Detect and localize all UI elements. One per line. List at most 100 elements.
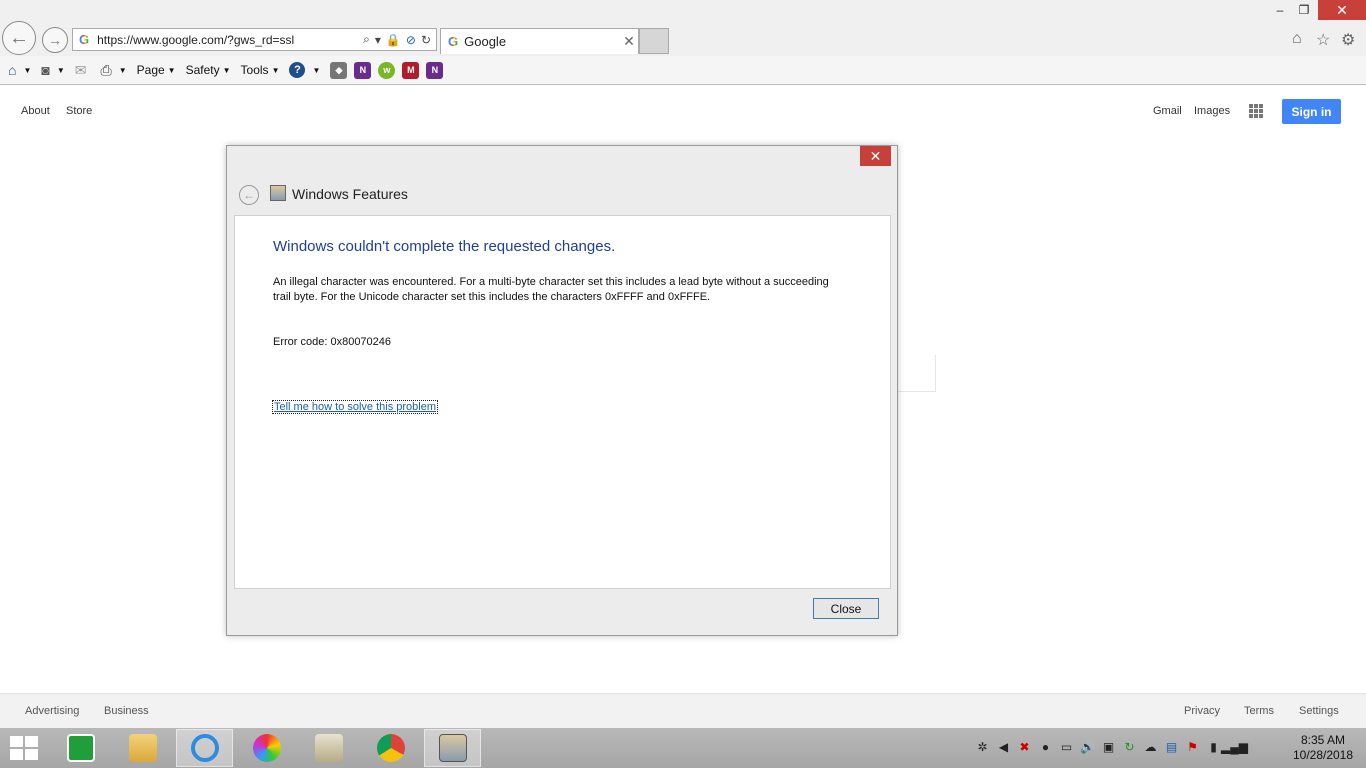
cloud-icon[interactable]: ☁ — [1143, 739, 1158, 755]
chrome-icon — [376, 734, 405, 762]
tray-update-icon[interactable]: ● — [1038, 739, 1053, 755]
clock-date: 10/28/2018 — [1292, 748, 1354, 762]
search-box-edge — [897, 355, 936, 392]
mcafee-shield-icon[interactable]: ✖ — [1017, 739, 1032, 755]
store-link[interactable]: Store — [66, 105, 92, 117]
volume-icon[interactable]: ◀ — [996, 739, 1011, 755]
chevron-down-icon: ▼ — [271, 65, 280, 75]
mail-button[interactable]: ✉ — [75, 62, 91, 79]
settings-link[interactable]: Settings — [1299, 705, 1339, 717]
windows-features-dialog: ✕ ← Windows Features Windows couldn't co… — [226, 145, 898, 636]
new-tab-button[interactable] — [639, 28, 669, 54]
chevron-down-icon: ▼ — [23, 65, 32, 75]
internet-explorer-icon — [190, 734, 219, 762]
forward-button[interactable]: → — [42, 27, 68, 53]
windows-start-icon[interactable] — [10, 736, 38, 760]
dialog-back-button[interactable]: ← — [239, 185, 259, 205]
taskbar: ✲ ◀ ✖ ● ▭ 🔊 ▣ ↻ ☁ ▤ ⚑ ▮ ▂▄▆ 8:35 AM 10/2… — [0, 728, 1366, 768]
lock-icon[interactable]: 🔒 — [386, 33, 401, 47]
home-icon[interactable]: ⌂ — [1292, 30, 1302, 48]
folder-icon — [128, 734, 157, 762]
taskbar-color-app[interactable] — [238, 729, 295, 767]
chevron-down-icon: ▼ — [312, 65, 321, 75]
scroll-icon — [314, 734, 343, 762]
taskbar-scroll-app[interactable] — [300, 729, 357, 767]
mail-icon: ✉ — [74, 61, 87, 78]
tab-close-icon[interactable]: ✕ — [620, 33, 638, 50]
tools-menu[interactable]: Tools ▼ — [241, 63, 280, 77]
taskbar-chrome[interactable] — [362, 729, 419, 767]
taskbar-windows-features[interactable] — [424, 729, 481, 767]
display-icon[interactable]: ▣ — [1101, 739, 1116, 755]
mcafee-shield-icon[interactable]: M — [402, 61, 420, 79]
advertising-link[interactable]: Advertising — [25, 705, 79, 717]
dropdown-caret-icon[interactable]: ▾ — [375, 33, 381, 47]
action-center-flag-icon[interactable]: ⚑ — [1185, 739, 1200, 755]
privacy-link[interactable]: Privacy — [1184, 705, 1220, 717]
arrow-left-icon: ← — [9, 26, 29, 49]
tray-app-icon[interactable]: ✲ — [975, 739, 990, 755]
about-link[interactable]: About — [21, 105, 50, 117]
print-menu[interactable]: ⎙ ▼ — [101, 62, 127, 79]
speaker-icon[interactable]: 🔊 — [1080, 739, 1095, 755]
help-link[interactable]: Tell me how to solve this problem — [271, 400, 439, 414]
google-favicon-icon: G — [79, 32, 90, 47]
dialog-close-x-button[interactable]: ✕ — [860, 146, 891, 166]
taskbar-file-explorer[interactable] — [114, 729, 171, 767]
help-menu[interactable]: ? ▼ — [289, 62, 320, 78]
extension-icon[interactable]: ◆ — [330, 61, 348, 79]
address-bar[interactable]: G https://www.google.com/?gws_rd=ssl ⌕ ▾… — [72, 28, 437, 51]
terms-link[interactable]: Terms — [1244, 705, 1274, 717]
browser-titlebar: ← → G https://www.google.com/?gws_rd=ssl… — [0, 0, 1366, 56]
gear-icon[interactable]: ⚙ — [1341, 30, 1355, 50]
network-monitor-icon[interactable]: ▤ — [1164, 739, 1179, 755]
business-link[interactable]: Business — [104, 705, 149, 717]
battery-icon[interactable]: ▮ — [1206, 739, 1221, 755]
apps-grid-icon[interactable] — [1249, 104, 1263, 118]
help-icon: ? — [289, 62, 306, 78]
window-close-button[interactable]: ✕ — [1318, 0, 1366, 20]
images-link[interactable]: Images — [1194, 105, 1230, 117]
extension-n-icon[interactable]: N — [426, 61, 444, 79]
close-button[interactable]: Close — [813, 598, 879, 619]
block-icon[interactable]: ⊘ — [406, 33, 416, 47]
chevron-down-icon: ▼ — [222, 65, 231, 75]
search-icon[interactable]: ⌕ — [363, 32, 370, 47]
minimize-button[interactable]: – — [1268, 0, 1292, 20]
taskbar-store-app[interactable] — [52, 729, 109, 767]
tab-title: Google — [464, 34, 507, 49]
google-favicon-icon: G — [448, 34, 459, 49]
rss-icon: ◙ — [41, 62, 50, 78]
home-menu[interactable]: ⌂ ▼ — [8, 62, 31, 78]
page-menu[interactable]: Page ▼ — [137, 63, 176, 77]
windows-features-icon — [270, 185, 286, 201]
google-footer: Advertising Business Privacy Terms Setti… — [0, 693, 1366, 729]
extension-w-icon[interactable]: w — [378, 61, 396, 79]
tab-google[interactable]: G Google ✕ — [440, 28, 639, 54]
home-icon: ⌂ — [8, 62, 17, 78]
sync-icon[interactable]: ↻ — [1122, 739, 1137, 755]
refresh-icon[interactable]: ↻ — [421, 33, 431, 47]
store-icon — [66, 734, 95, 762]
color-wheel-icon — [252, 734, 281, 762]
printer-icon: ⎙ — [100, 61, 112, 78]
url-text[interactable]: https://www.google.com/?gws_rd=ssl — [97, 33, 363, 47]
maximize-button[interactable]: ❐ — [1292, 0, 1316, 20]
favorites-star-icon[interactable]: ☆ — [1316, 30, 1330, 50]
sign-in-button[interactable]: Sign in — [1282, 99, 1341, 124]
usb-device-icon[interactable]: ▭ — [1059, 739, 1074, 755]
error-heading: Windows couldn't complete the requested … — [273, 238, 616, 255]
feeds-menu[interactable]: ◙ ▼ — [41, 62, 64, 78]
signal-bars-icon[interactable]: ▂▄▆ — [1221, 739, 1248, 755]
gmail-link[interactable]: Gmail — [1153, 105, 1182, 117]
extension-n-icon[interactable]: N — [354, 61, 372, 79]
command-bar: ⌂ ▼ ◙ ▼ ✉ ⎙ ▼ Page ▼ Safety ▼ Tools ▼ ? ▼ ◆ N w… — [0, 56, 1366, 85]
chevron-down-icon: ▼ — [167, 65, 176, 75]
taskbar-internet-explorer[interactable] — [176, 729, 233, 767]
back-button[interactable]: ← — [2, 21, 36, 55]
dialog-content: Windows couldn't complete the requested … — [234, 215, 891, 589]
arrow-left-icon: ← — [243, 188, 255, 202]
windows-features-icon — [438, 734, 467, 762]
taskbar-clock[interactable]: 8:35 AM 10/28/2018 — [1292, 733, 1354, 763]
safety-menu[interactable]: Safety ▼ — [186, 63, 231, 77]
